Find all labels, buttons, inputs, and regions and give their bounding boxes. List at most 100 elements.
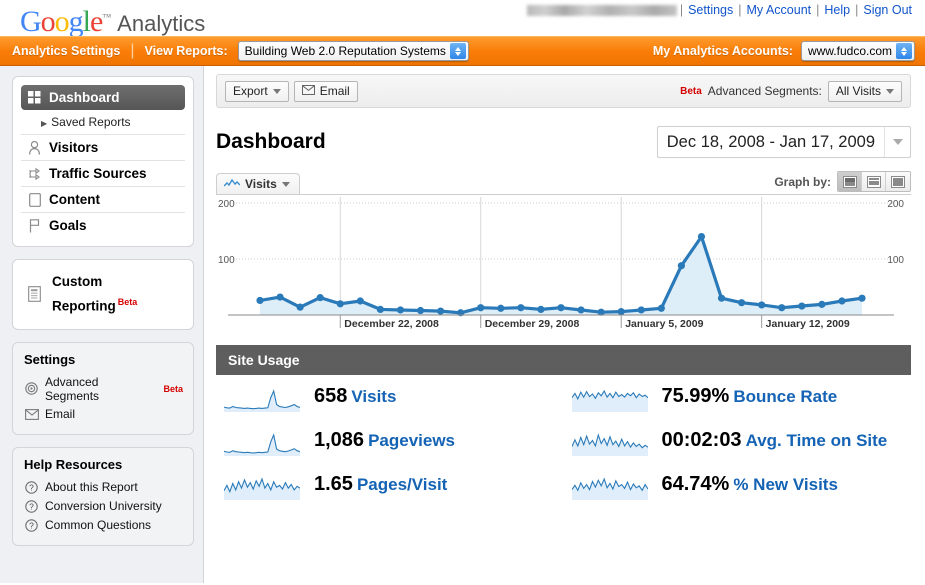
question-icon: ?	[24, 499, 39, 514]
toolbar-right: Beta Advanced Segments: All Visits	[680, 80, 902, 102]
custom-reporting-line1: Custom	[52, 274, 103, 289]
arrows-icon	[27, 166, 42, 181]
metric-pageviews: 1,086 Pageviews	[314, 427, 455, 454]
orange-bar-divider: |	[130, 42, 135, 59]
chevron-down-icon	[272, 88, 281, 94]
metric-label: Pageviews	[368, 431, 456, 450]
graph-by-button-group	[837, 171, 911, 192]
sign-out-link[interactable]: Sign Out	[858, 3, 917, 17]
settings-title: Settings	[24, 351, 76, 367]
metric-row: 1.65 Pages/Visit	[224, 471, 564, 501]
graph-by-day-button[interactable]	[838, 172, 862, 191]
beta-badge: Beta	[117, 297, 138, 307]
my-accounts-select[interactable]: www.fudco.com	[800, 41, 915, 61]
report-toolbar: Export Email Beta Advanced Segments: All…	[216, 74, 911, 108]
help-item-label: Common Questions	[45, 518, 152, 532]
metric-row: 1,086 Pageviews	[224, 427, 564, 457]
stepper-arrows-icon[interactable]	[449, 43, 466, 59]
help-item-common-questions[interactable]: ? Common Questions	[24, 516, 183, 535]
metric-label: Bounce Rate	[733, 387, 838, 406]
email-button[interactable]: Email	[293, 80, 358, 102]
graph-by-control: Graph by:	[774, 171, 911, 194]
top-header: Google™ Analytics | Settings | My Accoun…	[0, 0, 925, 38]
svg-text:December 22, 2008: December 22, 2008	[344, 318, 439, 330]
sparkline-new-visits	[571, 477, 648, 500]
view-reports-select[interactable]: Building Web 2.0 Reputation Systems	[237, 41, 469, 61]
date-range-value: Dec 18, 2008 - Jan 17, 2009	[666, 132, 875, 151]
email-label: Email	[319, 84, 350, 98]
analytics-wordmark: Analytics	[117, 11, 206, 36]
sidebar-item-content[interactable]: Content	[21, 187, 185, 213]
custom-reporting-text: Custom Reporting Beta	[52, 272, 137, 317]
sparkline-icon	[223, 177, 241, 191]
sparkline-pages-visit	[224, 477, 300, 500]
target-icon	[24, 381, 39, 396]
chevron-down-icon[interactable]	[884, 127, 910, 157]
sidebar-item-goals[interactable]: Goals	[21, 213, 185, 238]
sidebar-item-traffic-sources[interactable]: Traffic Sources	[21, 161, 185, 187]
sidebar-item-dashboard[interactable]: Dashboard	[21, 85, 185, 110]
help-link[interactable]: Help	[819, 3, 855, 17]
site-usage-body: 658 Visits 1,086 Pageviews 1.65 Pages/Visit…	[216, 375, 911, 515]
metric-value: 1,086	[314, 429, 365, 451]
metric-tab-visits[interactable]: Visits	[216, 173, 300, 194]
grid-icon	[27, 90, 42, 105]
orange-nav-bar: Analytics Settings | View Reports: Build…	[0, 36, 925, 66]
visits-chart-svg: 100 100 200 200 December 22, 2008 December 29…	[218, 197, 904, 330]
custom-reporting-panel[interactable]: Custom Reporting Beta	[12, 259, 194, 330]
settings-item-email[interactable]: Email	[24, 405, 183, 424]
advanced-segments-select[interactable]: All Visits	[827, 80, 902, 102]
settings-item-label: Advanced Segments	[45, 374, 100, 403]
analytics-settings-link[interactable]: Analytics Settings	[12, 44, 120, 58]
envelope-icon	[24, 407, 39, 422]
sidebar-item-label: Content	[49, 192, 100, 207]
sparkline-visits	[224, 389, 300, 412]
page-title: Dashboard	[216, 130, 326, 153]
settings-item-advanced-segments[interactable]: Advanced Segments Beta	[24, 373, 183, 405]
metric-avg-time-on-site: 00:02:03 Avg. Time on Site	[662, 427, 888, 454]
metric-value: 64.74%	[661, 473, 730, 495]
date-range-selector[interactable]: Dec 18, 2008 - Jan 17, 2009	[656, 126, 911, 158]
metric-value: 75.99%	[661, 385, 730, 407]
metric-row: 75.99% Bounce Rate	[571, 383, 912, 413]
flag-icon	[27, 218, 42, 233]
metric-value: 1.65	[314, 473, 353, 495]
help-item-about-this-report[interactable]: ? About this Report	[24, 478, 183, 497]
sparkline-bounce-rate	[571, 389, 648, 412]
stepper-arrows-icon[interactable]	[896, 43, 912, 59]
export-label: Export	[233, 84, 268, 98]
sparkline-pageviews	[224, 433, 300, 456]
sidebar-nav-panel: Dashboard ▶ Saved Reports Visitors Traffi…	[12, 76, 194, 247]
settings-link[interactable]: Settings	[683, 3, 738, 17]
sidebar-item-label: Saved Reports	[51, 115, 131, 129]
metric-value: 00:02:03	[661, 429, 742, 451]
my-account-link[interactable]: My Account	[742, 3, 817, 17]
graph-by-label: Graph by:	[774, 174, 831, 189]
sidebar-item-saved-reports[interactable]: ▶ Saved Reports	[21, 111, 185, 135]
metric-bounce-rate: 75.99% Bounce Rate	[662, 383, 838, 410]
beta-badge: Beta	[680, 85, 702, 97]
metric-label: % New Visits	[733, 475, 838, 494]
help-item-conversion-university[interactable]: ? Conversion University	[24, 497, 183, 516]
visits-chart[interactable]: 100 100 200 200 December 22, 2008 December 29…	[216, 194, 911, 335]
export-button[interactable]: Export	[225, 80, 289, 102]
triangle-icon: ▶	[41, 119, 48, 128]
main-content: Export Email Beta Advanced Segments: All…	[203, 66, 925, 583]
sidebar-item-label: Traffic Sources	[49, 166, 147, 181]
sparkline-avg-time	[571, 433, 648, 456]
title-row: Dashboard Dec 18, 2008 - Jan 17, 2009	[216, 122, 911, 162]
sidebar: Dashboard ▶ Saved Reports Visitors Traffi…	[0, 66, 203, 583]
orange-bar-left: Analytics Settings | View Reports: Build…	[0, 41, 469, 61]
help-title: Help Resources	[24, 456, 123, 472]
graph-by-month-button[interactable]	[886, 172, 910, 191]
sidebar-item-label: Visitors	[49, 140, 99, 155]
site-usage-column-right: 75.99% Bounce Rate 00:02:03 Avg. Time on S…	[564, 383, 912, 515]
page-body: Dashboard ▶ Saved Reports Visitors Traffi…	[0, 66, 925, 583]
view-reports-label: View Reports:	[144, 44, 228, 58]
site-usage-column-left: 658 Visits 1,086 Pageviews 1.65 Pages/Visit	[216, 383, 564, 515]
svg-text:?: ?	[29, 520, 34, 530]
report-icon	[27, 286, 42, 303]
sidebar-item-visitors[interactable]: Visitors	[21, 135, 185, 161]
graph-by-week-button[interactable]	[862, 172, 886, 191]
visits-chart-panel: Visits Graph by: 100 100 200 200 December 22…	[216, 171, 911, 335]
